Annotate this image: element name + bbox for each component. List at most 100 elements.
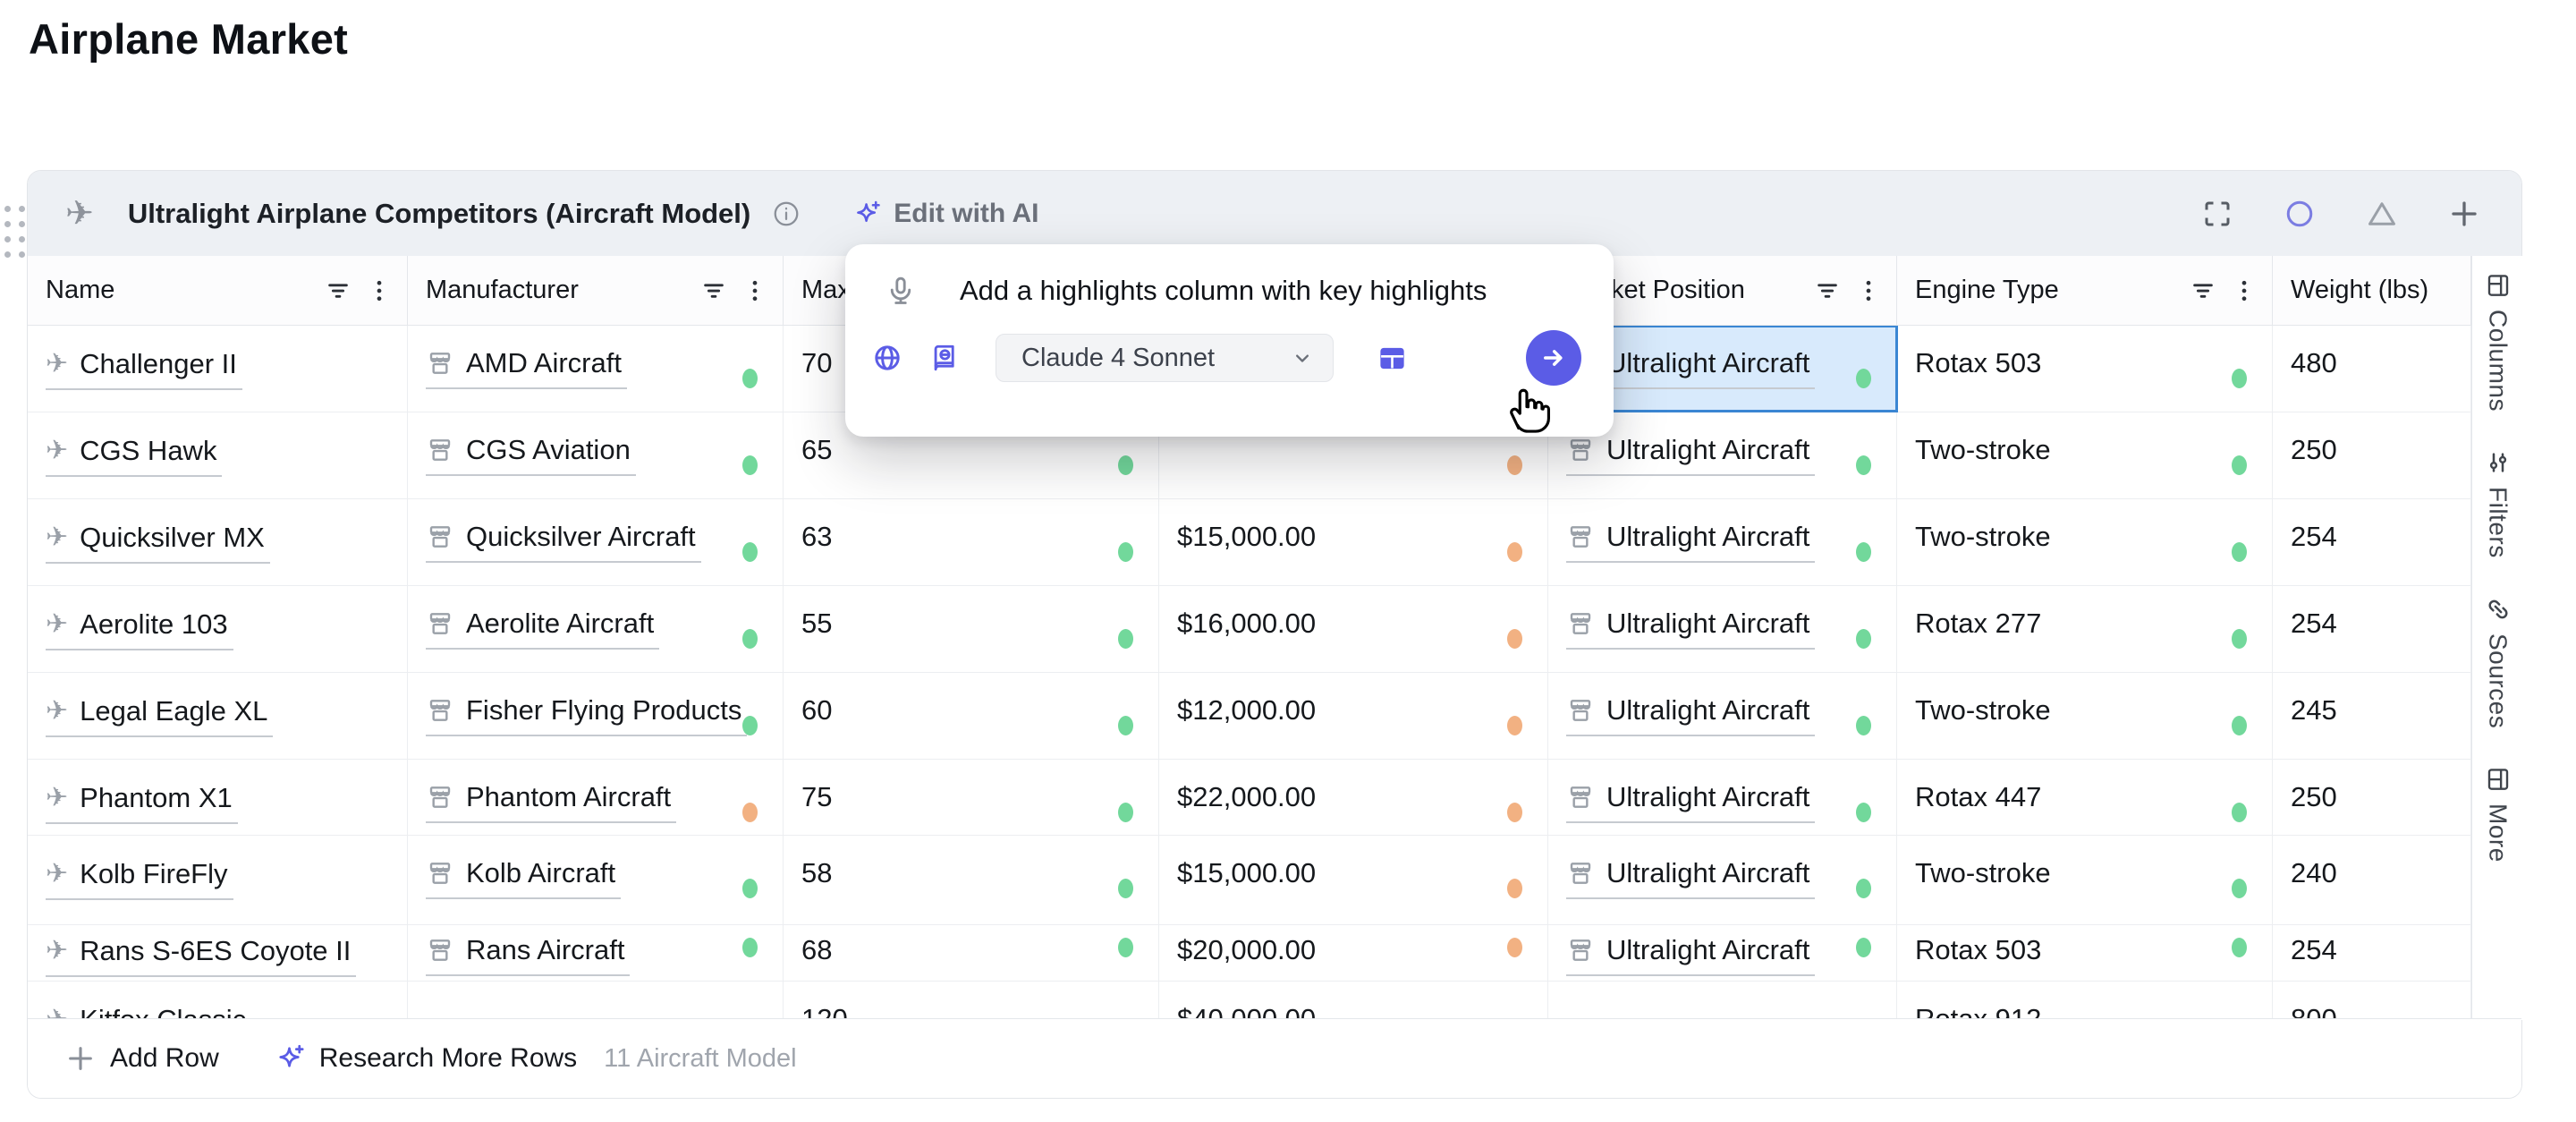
- drag-handle-icon[interactable]: [4, 206, 26, 259]
- cell-weight[interactable]: 254: [2273, 586, 2471, 672]
- cell-manufacturer[interactable]: AMD Aircraft: [408, 326, 784, 412]
- filter-icon[interactable]: [1814, 277, 1841, 304]
- model-selector[interactable]: Claude 4 Sonnet: [996, 334, 1334, 382]
- ai-prompt-input[interactable]: Add a highlights column with key highlig…: [960, 275, 1507, 307]
- cell-max-speed[interactable]: 60: [784, 673, 1159, 759]
- entity-link[interactable]: ✈CGS Hawk: [46, 435, 222, 477]
- submit-button[interactable]: [1526, 330, 1581, 386]
- cell-price[interactable]: $20,000.00: [1159, 925, 1548, 981]
- info-icon[interactable]: [772, 200, 801, 228]
- entity-link[interactable]: ✈Quicksilver MX: [46, 522, 270, 564]
- entity-link[interactable]: Ultralight Aircraft: [1566, 934, 1815, 976]
- column-header-engine_type[interactable]: Engine Type: [1897, 256, 2273, 325]
- fullscreen-icon[interactable]: [2201, 198, 2233, 230]
- entity-link[interactable]: Ultralight Aircraft: [1566, 781, 1815, 823]
- entity-link[interactable]: Aerolite Aircraft: [426, 608, 659, 650]
- cell-weight[interactable]: 254: [2273, 499, 2471, 585]
- entity-link[interactable]: ✈Phantom X1: [46, 782, 238, 824]
- cell-manufacturer[interactable]: CGS Aviation: [408, 412, 784, 498]
- cell-price[interactable]: $40,000.00: [1159, 982, 1548, 1020]
- cell-engine-type[interactable]: Two-stroke: [1897, 412, 2273, 498]
- cell-manufacturer[interactable]: Fisher Flying Products: [408, 673, 784, 759]
- cell-weight[interactable]: 245: [2273, 673, 2471, 759]
- cell-max-speed[interactable]: 120: [784, 982, 1159, 1020]
- cell-market-position[interactable]: Ultralight Aircraft: [1548, 925, 1897, 981]
- cell-manufacturer[interactable]: Phantom Aircraft: [408, 760, 784, 835]
- kebab-menu-icon[interactable]: [1855, 277, 1882, 304]
- circle-shape-icon[interactable]: [2284, 198, 2316, 230]
- kebab-menu-icon[interactable]: [741, 277, 768, 304]
- cell-market-position[interactable]: Ultralight Aircraft: [1548, 586, 1897, 672]
- entity-link[interactable]: Fisher Flying Products: [426, 694, 747, 736]
- cell-max-speed[interactable]: 75: [784, 760, 1159, 835]
- cell-engine-type[interactable]: Rotax 912: [1897, 982, 2273, 1020]
- plus-icon[interactable]: [2448, 198, 2480, 230]
- cell-name[interactable]: ✈Phantom X1: [28, 760, 408, 835]
- entity-link[interactable]: Rans Aircraft: [426, 934, 630, 976]
- filter-icon[interactable]: [2190, 277, 2216, 304]
- cell-manufacturer[interactable]: Kolb Aircraft: [408, 836, 784, 924]
- kebab-menu-icon[interactable]: [2231, 277, 2258, 304]
- cell-market-position[interactable]: Ultralight Aircraft: [1548, 673, 1897, 759]
- cell-engine-type[interactable]: Rotax 503: [1897, 326, 2273, 412]
- sidebar-item-sources[interactable]: Sources: [2484, 596, 2512, 728]
- cell-manufacturer[interactable]: Quicksilver Aircraft: [408, 499, 784, 585]
- cell-name[interactable]: ✈Quicksilver MX: [28, 499, 408, 585]
- cell-market-position[interactable]: Ultralight Aircraft: [1548, 499, 1897, 585]
- cell-engine-type[interactable]: Two-stroke: [1897, 499, 2273, 585]
- cell-max-speed[interactable]: 58: [784, 836, 1159, 924]
- column-header-name[interactable]: Name: [28, 256, 408, 325]
- cell-engine-type[interactable]: Two-stroke: [1897, 836, 2273, 924]
- cell-price[interactable]: $15,000.00: [1159, 499, 1548, 585]
- entity-link[interactable]: ✈Rans S-6ES Coyote II: [46, 935, 356, 977]
- sidebar-item-columns[interactable]: Columns: [2484, 272, 2512, 412]
- cell-name[interactable]: ✈Kitfox Classic: [28, 982, 408, 1020]
- edit-with-ai-button[interactable]: Edit with AI: [894, 199, 1038, 229]
- column-header-manufacturer[interactable]: Manufacturer: [408, 256, 784, 325]
- entity-link[interactable]: ✈Challenger II: [46, 348, 242, 390]
- research-more-rows-button[interactable]: Research More Rows: [319, 1043, 577, 1074]
- cell-manufacturer[interactable]: [408, 982, 784, 1020]
- cell-name[interactable]: ✈Kolb FireFly: [28, 836, 408, 924]
- cell-max-speed[interactable]: 68: [784, 925, 1159, 981]
- table-grid-icon[interactable]: [1377, 343, 1408, 374]
- cell-name[interactable]: ✈Challenger II: [28, 326, 408, 412]
- entity-link[interactable]: Phantom Aircraft: [426, 781, 676, 823]
- cell-weight[interactable]: 800: [2273, 982, 2471, 1020]
- entity-link[interactable]: Quicksilver Aircraft: [426, 521, 701, 563]
- cell-market-position[interactable]: [1548, 982, 1897, 1020]
- cell-manufacturer[interactable]: Aerolite Aircraft: [408, 586, 784, 672]
- cell-price[interactable]: $22,000.00: [1159, 760, 1548, 835]
- globe-icon[interactable]: [872, 343, 902, 373]
- knowledge-book-icon[interactable]: [929, 343, 960, 373]
- filter-icon[interactable]: [700, 277, 727, 304]
- sidebar-item-filters[interactable]: Filters: [2484, 449, 2512, 558]
- triangle-shape-icon[interactable]: [2366, 198, 2398, 230]
- cell-price[interactable]: $15,000.00: [1159, 836, 1548, 924]
- cell-name[interactable]: ✈Rans S-6ES Coyote II: [28, 925, 408, 981]
- cell-market-position[interactable]: Ultralight Aircraft: [1548, 836, 1897, 924]
- cell-weight[interactable]: 240: [2273, 836, 2471, 924]
- cell-weight[interactable]: 254: [2273, 925, 2471, 981]
- cell-engine-type[interactable]: Rotax 447: [1897, 760, 2273, 835]
- kebab-menu-icon[interactable]: [366, 277, 393, 304]
- cell-price[interactable]: $16,000.00: [1159, 586, 1548, 672]
- entity-link[interactable]: Ultralight Aircraft: [1566, 694, 1815, 736]
- cell-weight[interactable]: 250: [2273, 760, 2471, 835]
- entity-link[interactable]: AMD Aircraft: [426, 347, 627, 389]
- microphone-icon[interactable]: [885, 275, 917, 307]
- cell-name[interactable]: ✈CGS Hawk: [28, 412, 408, 498]
- entity-link[interactable]: ✈Aerolite 103: [46, 608, 233, 650]
- entity-link[interactable]: Kolb Aircraft: [426, 857, 621, 899]
- cell-name[interactable]: ✈Aerolite 103: [28, 586, 408, 672]
- cell-engine-type[interactable]: Rotax 503: [1897, 925, 2273, 981]
- entity-link[interactable]: Ultralight Aircraft: [1566, 608, 1815, 650]
- entity-link[interactable]: Ultralight Aircraft: [1566, 434, 1815, 476]
- cell-max-speed[interactable]: 63: [784, 499, 1159, 585]
- cell-max-speed[interactable]: 55: [784, 586, 1159, 672]
- entity-link[interactable]: Ultralight Aircraft: [1566, 521, 1815, 563]
- entity-link[interactable]: ✈Kolb FireFly: [46, 858, 233, 900]
- cell-market-position[interactable]: Ultralight Aircraft: [1548, 760, 1897, 835]
- cell-price[interactable]: $12,000.00: [1159, 673, 1548, 759]
- cell-weight[interactable]: 250: [2273, 412, 2471, 498]
